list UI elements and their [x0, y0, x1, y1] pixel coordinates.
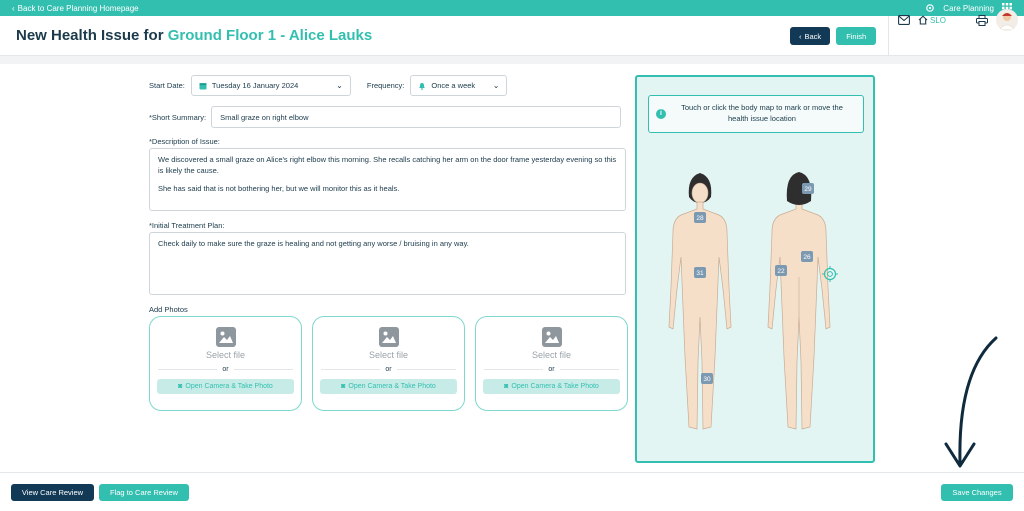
or-divider: or — [321, 366, 456, 373]
finish-button[interactable]: Finish — [836, 27, 877, 45]
description-paragraph: We discovered a small graze on Alice's r… — [158, 155, 617, 176]
treatment-plan-textarea[interactable]: Check daily to make sure the graze is he… — [149, 232, 626, 295]
footer-bar: View Care Review Flag to Care Review Sav… — [0, 472, 1024, 511]
chevron-left-icon: ‹ — [799, 31, 802, 41]
slo-link[interactable]: SLO — [918, 15, 946, 25]
flag-care-review-button[interactable]: Flag to Care Review — [99, 484, 189, 501]
marker-31[interactable]: 31 — [694, 267, 706, 278]
marker-31-label: 31 — [696, 270, 704, 277]
mail-icon[interactable] — [898, 15, 910, 25]
or-divider: or — [158, 366, 293, 373]
arrow-annotation — [944, 336, 998, 468]
marker-30-label: 30 — [703, 376, 711, 383]
camera-icon: ◙ — [341, 383, 346, 390]
open-camera-button[interactable]: ◙ Open Camera & Take Photo — [157, 379, 294, 394]
start-date-value: Tuesday 16 January 2024 — [211, 81, 299, 90]
short-summary-label: *Short Summary: — [149, 112, 207, 122]
marker-26[interactable]: 26 — [801, 251, 813, 262]
photo-slot: Select file or ◙ Open Camera & Take Photo — [312, 316, 465, 411]
treatment-plan-text: Check daily to make sure the graze is he… — [158, 239, 469, 248]
open-camera-label: Open Camera & Take Photo — [511, 383, 599, 390]
treatment-plan-label: *Initial Treatment Plan: — [149, 221, 225, 230]
body-front-figure[interactable] — [668, 173, 732, 430]
description-textarea[interactable]: We discovered a small graze on Alice's r… — [149, 148, 626, 211]
title-subject: Ground Floor 1 - Alice Lauks — [167, 27, 373, 44]
home-icon — [918, 15, 928, 25]
description-paragraph: She has said that is not bothering her, … — [158, 183, 400, 193]
body-map-info: i Touch or click the body map to mark or… — [648, 95, 864, 133]
back-to-homepage-link[interactable]: ‹ Back to Care Planning Homepage — [12, 4, 139, 13]
frequency-select[interactable]: Once a week ⌄ — [410, 75, 508, 96]
camera-icon: ◙ — [178, 383, 183, 390]
frequency-label: Frequency: — [366, 81, 405, 90]
or-divider: or — [484, 366, 619, 373]
health-issue-form: Start Date: Tuesday 16 January 2024 ⌄ Fr… — [0, 64, 1024, 472]
image-icon[interactable] — [215, 327, 236, 347]
page-header: New Health Issue for Ground Floor 1 - Al… — [0, 16, 1024, 56]
photo-slots: Select file or ◙ Open Camera & Take Photo… — [149, 316, 628, 411]
slo-label: SLO — [930, 15, 947, 25]
top-bar: ‹ Back to Care Planning Homepage Care Pl… — [0, 0, 1024, 16]
body-map-panel[interactable]: i Touch or click the body map to mark or… — [635, 75, 875, 463]
view-care-review-button[interactable]: View Care Review — [11, 484, 94, 501]
back-button-label: Back — [804, 31, 822, 41]
marker-29[interactable]: 29 — [802, 183, 814, 194]
select-file-link[interactable]: Select file — [369, 350, 408, 360]
marker-28-label: 28 — [696, 215, 704, 222]
page-title: New Health Issue for Ground Floor 1 - Al… — [16, 27, 372, 44]
header-shadow-strip — [0, 56, 1024, 64]
body-back-figure[interactable] — [767, 172, 831, 430]
marker-26-label: 26 — [803, 254, 811, 261]
user-avatar[interactable] — [996, 9, 1019, 31]
select-file-link[interactable]: Select file — [532, 350, 571, 360]
frequency-value: Once a week — [431, 81, 476, 90]
marker-29-label: 29 — [804, 186, 812, 193]
image-icon[interactable] — [378, 327, 399, 347]
marker-22[interactable]: 22 — [775, 265, 787, 276]
chevron-left-icon: ‹ — [12, 3, 15, 13]
body-map-info-text: Touch or click the body map to mark or m… — [681, 103, 843, 124]
bell-icon — [419, 82, 426, 90]
photo-slot: Select file or ◙ Open Camera & Take Photo — [149, 316, 302, 411]
short-summary-input[interactable]: Small graze on right elbow — [211, 106, 622, 128]
camera-icon: ◙ — [504, 383, 509, 390]
photo-slot: Select file or ◙ Open Camera & Take Photo — [475, 316, 628, 411]
start-date-label: Start Date: — [149, 81, 185, 90]
printer-icon[interactable] — [976, 14, 989, 26]
body-map-figures[interactable]: 28 31 30 29 26 22 — [637, 157, 873, 457]
back-button[interactable]: ‹ Back — [790, 27, 831, 45]
add-photos-label: Add Photos — [149, 305, 188, 314]
select-file-link[interactable]: Select file — [206, 350, 245, 360]
open-camera-button[interactable]: ◙ Open Camera & Take Photo — [483, 379, 620, 394]
open-camera-button[interactable]: ◙ Open Camera & Take Photo — [320, 379, 457, 394]
image-icon[interactable] — [541, 327, 562, 347]
marker-22-label: 22 — [777, 268, 785, 275]
save-changes-button[interactable]: Save Changes — [941, 484, 1013, 501]
description-label: *Description of Issue: — [149, 137, 220, 146]
marker-28[interactable]: 28 — [694, 212, 706, 223]
title-prefix: New Health Issue for — [16, 27, 168, 44]
marker-30[interactable]: 30 — [701, 373, 713, 384]
info-icon: i — [656, 109, 666, 119]
open-camera-label: Open Camera & Take Photo — [348, 383, 436, 390]
header-divider — [888, 16, 889, 56]
start-date-picker[interactable]: Tuesday 16 January 2024 ⌄ — [190, 75, 351, 96]
chevron-down-icon: ⌄ — [492, 81, 500, 90]
open-camera-label: Open Camera & Take Photo — [185, 383, 273, 390]
chevron-down-icon: ⌄ — [336, 81, 343, 90]
calendar-icon — [199, 82, 207, 89]
back-to-homepage-label: Back to Care Planning Homepage — [17, 3, 139, 13]
